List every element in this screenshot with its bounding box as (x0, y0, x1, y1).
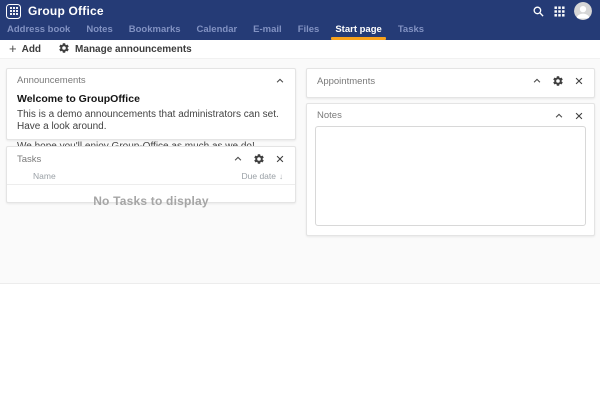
tasks-panel: Tasks Name Due date ↓ No Tasks to displa… (6, 146, 296, 208)
search-icon[interactable] (532, 5, 545, 18)
nav-item-files[interactable]: Files (297, 22, 321, 40)
appointments-panel-title: Appointments (317, 75, 376, 87)
brand: Group Office (6, 3, 104, 19)
gear-icon[interactable] (253, 153, 265, 165)
announcement-line: This is a demo announcements that admini… (17, 109, 279, 120)
dashboard: Announcements Welcome to GroupOffice Thi… (0, 59, 600, 284)
announcements-panel-header: Announcements (7, 69, 295, 88)
announcements-panel: Announcements Welcome to GroupOffice Thi… (6, 68, 296, 152)
nav-item-email[interactable]: E-mail (252, 22, 283, 40)
close-icon[interactable] (574, 76, 584, 86)
notes-panel: Notes (306, 103, 595, 236)
tasks-col-due-date[interactable]: Due date ↓ (242, 171, 284, 181)
app-title: Group Office (28, 4, 104, 18)
groupoffice-logo-icon[interactable] (6, 3, 21, 19)
nav-item-address-book[interactable]: Address book (6, 22, 71, 40)
groupoffice-app: Group Office Address book Notes Bookmark… (0, 0, 600, 400)
apps-grid-icon[interactable] (554, 5, 565, 17)
collapse-chevron-up-icon[interactable] (554, 111, 564, 121)
nav-item-tasks[interactable]: Tasks (397, 22, 425, 40)
collapse-chevron-up-icon[interactable] (275, 76, 285, 86)
collapse-chevron-up-icon[interactable] (532, 76, 542, 86)
appointments-panel-header: Appointments (307, 69, 594, 89)
main-nav: Address book Notes Bookmarks Calendar E-… (0, 22, 600, 40)
tasks-empty-message: No Tasks to display (93, 194, 209, 208)
close-icon[interactable] (574, 111, 584, 121)
gear-icon[interactable] (552, 75, 564, 87)
toolbar: + Add Manage announcements (0, 40, 600, 59)
announcements-panel-title: Announcements (17, 75, 86, 86)
announcement-line: Have a look around. (17, 121, 107, 133)
sort-descending-icon: ↓ (279, 171, 283, 181)
nav-item-bookmarks[interactable]: Bookmarks (128, 22, 182, 40)
nav-item-notes[interactable]: Notes (85, 22, 113, 40)
manage-announcements-button[interactable]: Manage announcements (55, 40, 200, 59)
announcement-heading: Welcome to GroupOffice (17, 93, 140, 105)
plus-icon: + (9, 41, 17, 56)
header-actions (532, 2, 592, 20)
tasks-panel-title: Tasks (17, 153, 42, 165)
user-avatar[interactable] (574, 2, 592, 20)
notes-content-box[interactable] (315, 126, 586, 226)
collapse-chevron-up-icon[interactable] (233, 154, 243, 164)
notes-panel-title: Notes (317, 110, 342, 121)
manage-announcements-label: Manage announcements (75, 43, 192, 55)
app-header: Group Office (0, 0, 600, 22)
notes-panel-header: Notes (307, 104, 594, 123)
gear-icon (58, 42, 70, 57)
nav-item-start-page[interactable]: Start page (331, 22, 387, 40)
tasks-column-headers: Name Due date ↓ (7, 170, 295, 185)
tasks-col-name[interactable]: Name (33, 171, 56, 181)
appointments-panel: Appointments (306, 68, 595, 98)
close-icon[interactable] (275, 154, 285, 164)
add-button-label: Add (21, 43, 42, 55)
nav-item-calendar[interactable]: Calendar (196, 22, 239, 40)
tasks-panel-header: Tasks (7, 147, 295, 167)
add-button[interactable]: + Add (6, 42, 49, 57)
